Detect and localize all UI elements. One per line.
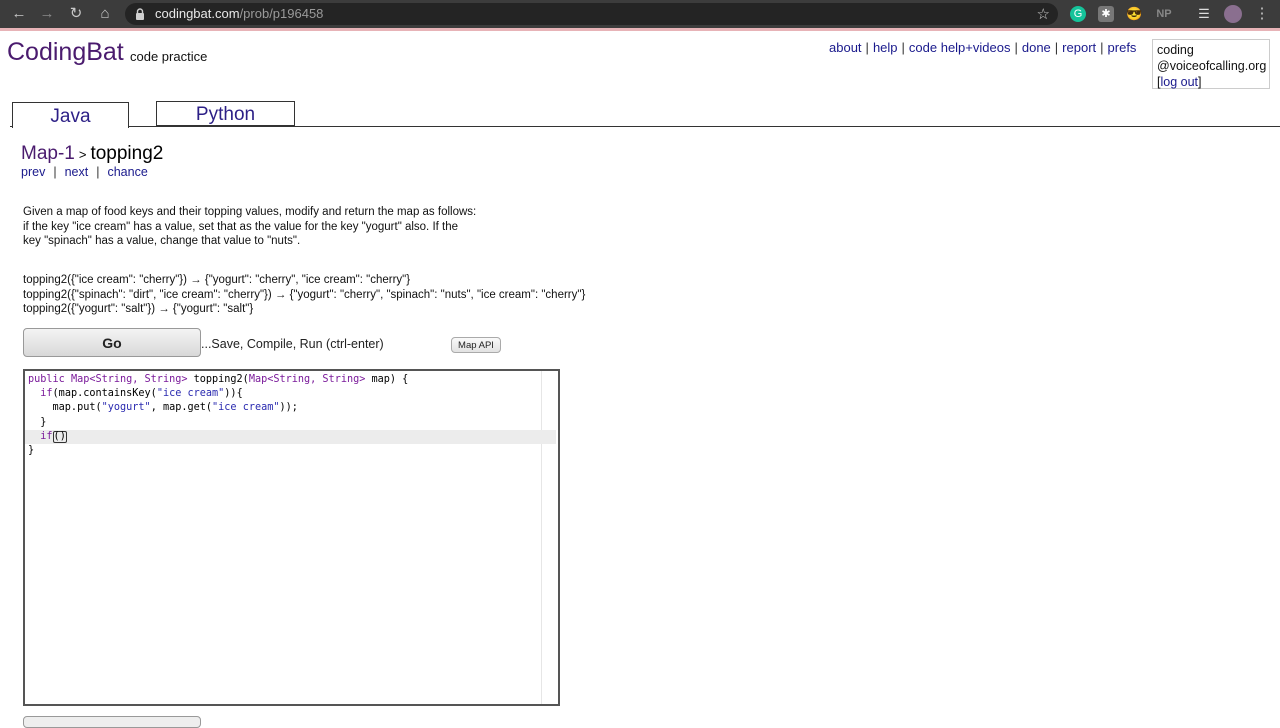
- code-editor[interactable]: public Map<String, String> topping2(Map<…: [23, 369, 560, 706]
- go-hint: ...Save, Compile, Run (ctrl-enter): [201, 337, 384, 351]
- description-line: Given a map of food keys and their toppi…: [23, 206, 477, 218]
- code-token: Map<String, String>: [248, 374, 366, 385]
- code-token: }: [28, 444, 35, 456]
- nav-help[interactable]: help: [873, 40, 898, 55]
- bottom-button[interactable]: [23, 716, 201, 728]
- reading-list-icon[interactable]: ☰: [1196, 6, 1212, 22]
- code-token: ): [59, 430, 66, 442]
- examples: topping2({"ice cream": "cherry"}) → {"yo…: [23, 273, 585, 317]
- url-path: /prob/p196458: [239, 6, 324, 21]
- forward-arrow-icon[interactable]: →: [37, 4, 57, 24]
- code-token: "ice cream": [212, 402, 280, 414]
- code-line: if(map.containsKey("ice cream")){: [28, 387, 556, 401]
- prev-link[interactable]: prev: [21, 165, 45, 179]
- code-line: public Map<String, String> topping2(Map<…: [28, 373, 556, 387]
- code-line: }: [28, 416, 556, 430]
- site-logo[interactable]: CodingBat: [7, 38, 124, 67]
- code-token: if: [28, 430, 53, 442]
- user-box: coding @voiceofcalling.org [log out]: [1152, 39, 1270, 89]
- code-line-active: if(): [25, 429, 556, 444]
- home-icon[interactable]: ⌂: [95, 4, 115, 24]
- nav-about[interactable]: about: [829, 40, 862, 55]
- nav-prefs[interactable]: prefs: [1108, 40, 1137, 55]
- description-line: if the key "ice cream" has a value, set …: [23, 220, 459, 233]
- bookmark-star-icon[interactable]: ☆: [1037, 5, 1050, 23]
- code-token: )){: [224, 388, 243, 400]
- user-name-line1: coding: [1157, 43, 1194, 57]
- code-content[interactable]: public Map<String, String> topping2(Map<…: [25, 373, 556, 458]
- description-line: key "spinach" has a value, change that v…: [23, 235, 301, 247]
- url-domain: codingbat.com: [155, 6, 240, 21]
- code-token: "ice cream": [156, 388, 225, 400]
- code-token: (map.containsKey(: [52, 388, 157, 400]
- code-token: , map.get(: [150, 402, 213, 414]
- tab-python[interactable]: Python: [156, 101, 295, 126]
- code-line: map.put("yogurt", map.get("ice cream"));: [28, 401, 556, 415]
- menu-dots-icon[interactable]: ⋮: [1252, 4, 1272, 24]
- next-link[interactable]: next: [65, 165, 89, 179]
- address-bar[interactable]: codingbat.com/prob/p196458 ☆: [125, 3, 1058, 25]
- code-token: topping2(: [187, 374, 249, 385]
- back-arrow-icon[interactable]: ←: [9, 4, 29, 24]
- profile-avatar[interactable]: [1224, 5, 1242, 23]
- browser-toolbar: ← → ↻ ⌂ codingbat.com/prob/p196458 ☆ G ✱…: [0, 0, 1280, 28]
- problem-title: topping2: [90, 143, 164, 164]
- nav-code-help-videos[interactable]: code help+videos: [909, 40, 1011, 55]
- code-token: public: [28, 374, 71, 385]
- map-api-button[interactable]: Map API: [451, 337, 501, 353]
- text-cursor: (): [52, 430, 67, 443]
- example-line: topping2({"spinach": "dirt", "ice cream"…: [23, 288, 586, 301]
- code-line: }: [28, 444, 556, 458]
- tab-java[interactable]: Java: [12, 102, 129, 128]
- user-name-line2: @voiceofcalling.org: [1157, 59, 1267, 73]
- grammarly-icon[interactable]: G: [1070, 6, 1086, 22]
- problem-description: Given a map of food keys and their toppi…: [23, 205, 563, 249]
- site-tagline: code practice: [130, 49, 208, 64]
- top-nav: about | help | code help+videos | done | report |…: [829, 40, 1137, 55]
- sunglasses-icon[interactable]: 😎: [1126, 6, 1142, 22]
- code-token: ));: [279, 402, 298, 414]
- code-token: }: [28, 416, 47, 428]
- toolbar-divider: [0, 28, 1280, 31]
- breadcrumb-separator: >: [78, 147, 87, 162]
- breadcrumb: Map-1 > topping2: [21, 143, 163, 165]
- code-token: map) {: [365, 374, 409, 385]
- lock-icon: [136, 8, 144, 20]
- code-token: "yogurt": [101, 402, 151, 414]
- code-token: map.put(: [28, 402, 102, 414]
- example-line: topping2({"yogurt": "salt"}) → {"yogurt"…: [23, 303, 254, 315]
- logout-wrapper: [log out]: [1157, 75, 1202, 89]
- chance-link[interactable]: chance: [107, 165, 147, 179]
- code-token: Map<String, String>: [70, 374, 188, 385]
- logout-link[interactable]: log out: [1160, 75, 1198, 89]
- nav-report[interactable]: report: [1062, 40, 1096, 55]
- example-line: topping2({"ice cream": "cherry"}) → {"yo…: [23, 274, 411, 286]
- problem-nav: prev | next | chance: [21, 165, 148, 179]
- nav-done[interactable]: done: [1022, 40, 1051, 55]
- code-token: if: [28, 388, 53, 400]
- np-icon[interactable]: NP: [1153, 6, 1175, 22]
- url-text: codingbat.com/prob/p196458: [155, 6, 323, 21]
- go-button[interactable]: Go: [23, 328, 201, 357]
- extension-icon[interactable]: ✱: [1098, 6, 1114, 22]
- reload-icon[interactable]: ↻: [66, 4, 86, 24]
- breadcrumb-section[interactable]: Map-1: [21, 143, 75, 164]
